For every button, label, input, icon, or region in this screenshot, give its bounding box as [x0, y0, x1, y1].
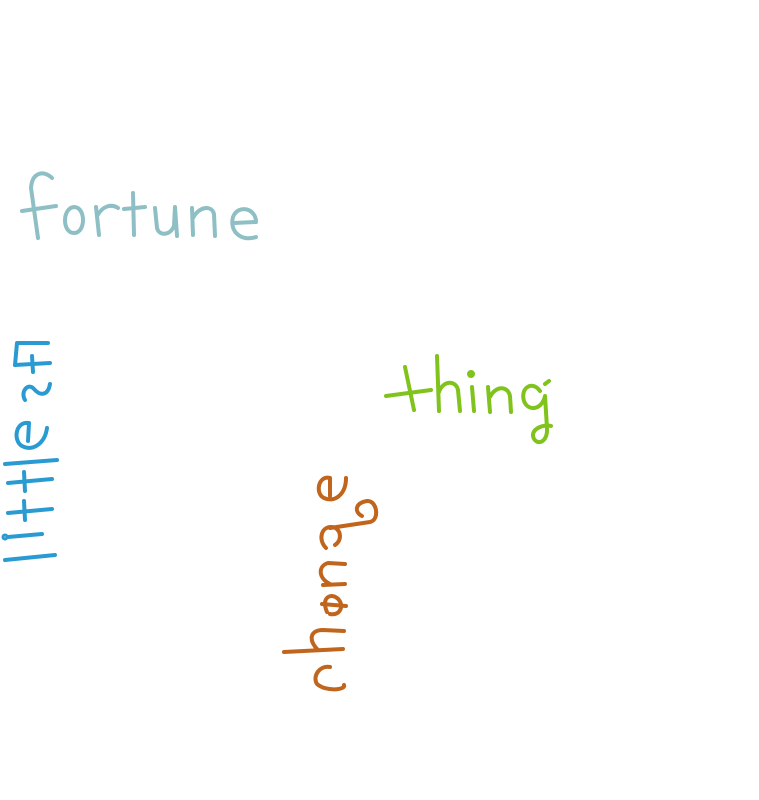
word-change-strokes [282, 475, 379, 692]
word-change-glyphs [282, 475, 379, 692]
